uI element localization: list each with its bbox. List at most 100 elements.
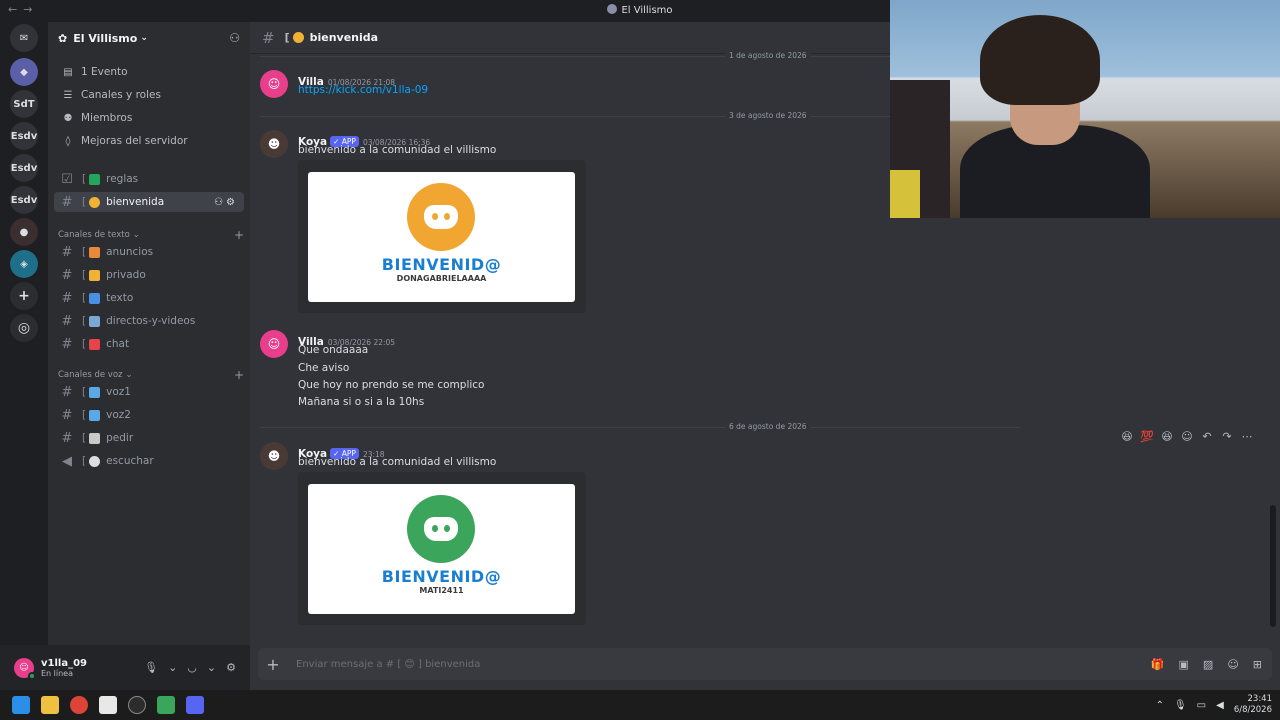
welcome-embed[interactable]: BIENVENID@ DONAGABRIELAAAA [298, 160, 586, 313]
discord-logo-icon [407, 183, 475, 251]
avatar[interactable]: ☺ [260, 330, 288, 358]
channel-bienvenida[interactable]: #[bienvenida ⚇⚙ [54, 192, 244, 212]
avatar[interactable]: ☺ [14, 657, 36, 680]
message-hover-actions: 😆 💯 😆 ☺ ↶ ↷ ⋯ [1120, 430, 1254, 443]
microphone-icon[interactable]: 🎙 [144, 661, 158, 674]
gif-icon[interactable]: ▣ [1179, 658, 1189, 671]
add-server-icon[interactable]: + [10, 282, 38, 310]
channel-texto[interactable]: #[texto [54, 288, 244, 308]
avatar[interactable]: ☺ [260, 70, 288, 98]
text-channels-category[interactable]: Canales de texto ⌄ + [58, 228, 244, 242]
channel-voz1[interactable]: #[voz1 [54, 382, 244, 402]
gem-emoji-icon [89, 409, 101, 421]
hash-icon: # [61, 336, 73, 352]
file-explorer-icon[interactable] [41, 696, 59, 714]
menu-events[interactable]: ▤ 1 Evento [56, 62, 242, 82]
avatar[interactable]: ☻ [260, 442, 288, 470]
welcome-image: BIENVENID@ MATI2411 [308, 484, 575, 614]
reaction-grin-icon[interactable]: 😆 [1160, 430, 1174, 443]
microphone-icon[interactable]: 🎙 [1174, 700, 1187, 711]
webcam-overlay [890, 0, 1280, 218]
obs-icon[interactable] [128, 696, 146, 714]
channel-escuchar[interactable]: ◀[escuchar [54, 451, 244, 471]
gift-icon[interactable]: 🎁 [1151, 658, 1165, 671]
message-text: bienvenido a la comunidad el villismo [298, 144, 497, 156]
channel-directos-y-videos[interactable]: #[directos-y-videos [54, 311, 244, 331]
add-channel-icon[interactable]: + [234, 228, 244, 242]
user-info[interactable]: v1lla_09 En línea [41, 658, 87, 678]
menu-channels-roles[interactable]: ☰ Canales y roles [56, 85, 242, 105]
menu-members[interactable]: ⚉ Miembros [56, 108, 242, 128]
online-status-icon [28, 671, 36, 680]
channel-chat[interactable]: #[chat [54, 334, 244, 354]
welcome-embed[interactable]: BIENVENID@ MATI2411 [298, 472, 586, 625]
discord-logo-icon [407, 495, 475, 563]
message-text: Che aviso [298, 362, 350, 374]
server-esdv-3[interactable]: Esdv [10, 186, 38, 214]
message-text: bienvenido a la comunidad el villismo [298, 456, 497, 468]
reaction-laugh-icon[interactable]: 😆 [1120, 430, 1134, 443]
message-text: Que hoy no prendo se me complico [298, 379, 485, 391]
chrome-icon[interactable] [70, 696, 88, 714]
hash-icon: # [61, 407, 73, 423]
sticker-icon[interactable]: ▨ [1203, 658, 1213, 671]
windows-start-icon[interactable] [12, 696, 30, 714]
lock-emoji-icon [89, 269, 101, 281]
volume-icon[interactable]: ◀ [1216, 700, 1224, 711]
voice-channels-category[interactable]: Canales de voz ⌄ + [58, 368, 244, 382]
add-reaction-icon[interactable]: ☺ [1180, 430, 1194, 443]
clock[interactable]: 23:41 6/8/2026 [1234, 694, 1272, 716]
calendar-icon: ▤ [63, 66, 73, 78]
server-sdt[interactable]: SdT [10, 90, 38, 118]
hash-icon: # [262, 28, 275, 47]
chevron-up-icon[interactable]: ⌃ [1156, 700, 1164, 711]
channel-voz2[interactable]: #[voz2 [54, 405, 244, 425]
server-esdv-1[interactable]: Esdv [10, 122, 38, 150]
emoji-icon[interactable]: ☺ [1227, 658, 1238, 671]
discord-taskbar-icon[interactable] [186, 696, 204, 714]
notepad-icon[interactable] [99, 696, 117, 714]
explore-icon[interactable]: ◎ [10, 314, 38, 342]
menu-boosts[interactable]: ◊ Mejoras del servidor [56, 131, 242, 151]
reply-icon[interactable]: ↶ [1200, 430, 1214, 443]
add-attachment-icon[interactable]: + [258, 655, 288, 674]
avatar[interactable]: ☻ [260, 130, 288, 158]
discord-home-icon[interactable]: ✉ [10, 24, 38, 52]
forward-icon[interactable]: ↷ [1220, 430, 1234, 443]
check-emoji-icon [89, 173, 101, 185]
list-icon: ☰ [63, 89, 73, 101]
more-icon[interactable]: ⋯ [1240, 430, 1254, 443]
server-avatar-1[interactable]: ● [10, 218, 38, 246]
gem-emoji-icon [89, 386, 101, 398]
message-input[interactable]: Enviar mensaje a # [ 😊 ] bienvenida [296, 659, 480, 670]
apps-icon[interactable]: ⊞ [1253, 658, 1262, 671]
gear-icon[interactable]: ⚙ [226, 661, 236, 674]
guild-name: El Villismo [73, 31, 138, 45]
hash-icon: # [61, 313, 73, 329]
server-el-villismo[interactable]: ◆ [10, 58, 38, 86]
server-esdv-2[interactable]: Esdv [10, 154, 38, 182]
guild-header[interactable]: ✿ El Villismo ⌄ ⚇ [48, 22, 250, 54]
chevron-down-icon: ⌄ [132, 230, 140, 240]
invite-icon[interactable]: ⚇ [229, 31, 240, 45]
headphones-emoji-icon [89, 455, 101, 467]
hash-icon: # [61, 430, 73, 446]
app-icon[interactable] [157, 696, 175, 714]
welcome-image: BIENVENID@ DONAGABRIELAAAA [308, 172, 575, 302]
channel-reglas[interactable]: ☑[reglas [54, 169, 244, 189]
message-link[interactable]: https://kick.com/v1lla-09 [298, 84, 428, 96]
reaction-100-icon[interactable]: 💯 [1140, 430, 1154, 443]
chevron-down-icon[interactable]: ⌄ [207, 661, 216, 674]
scrollbar[interactable] [1270, 505, 1276, 627]
channel-pedir[interactable]: #[pedir [54, 428, 244, 448]
add-channel-icon[interactable]: + [234, 368, 244, 382]
chevron-down-icon[interactable]: ⌄ [168, 661, 177, 674]
channel-settings-icon[interactable]: ⚇⚙ [214, 197, 238, 208]
server-avatar-2[interactable]: ◈ [10, 250, 38, 278]
headphones-icon[interactable]: ◡ [187, 661, 197, 674]
date-divider: 6 de agosto de 2026 [260, 422, 1020, 431]
channel-anuncios[interactable]: #[anuncios [54, 242, 244, 262]
guild-icon: ✿ [58, 31, 68, 45]
network-icon[interactable]: ▭ [1197, 700, 1206, 711]
channel-privado[interactable]: #[privado [54, 265, 244, 285]
